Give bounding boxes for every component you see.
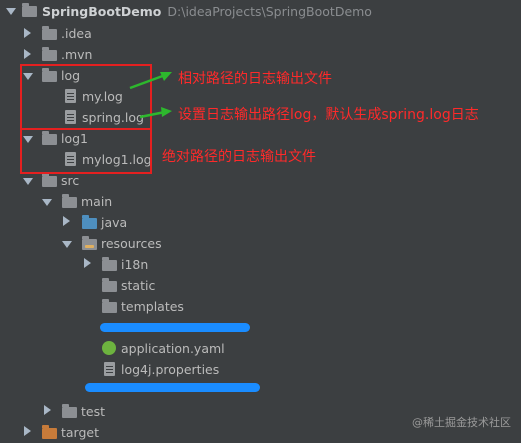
watermark: @稀土掘金技术社区 [412, 416, 511, 429]
arrow-head-default [161, 107, 172, 117]
arrow-line-default [139, 110, 166, 119]
annotation-arrows [129, 72, 172, 119]
annotation-default-path: 设置日志输出路径log，默认生成spring.log日志 [178, 107, 479, 123]
annotation-relative-path: 相对路径的日志输出文件 [178, 71, 332, 87]
annotation-absolute-path: 绝对路径的日志输出文件 [162, 149, 316, 165]
